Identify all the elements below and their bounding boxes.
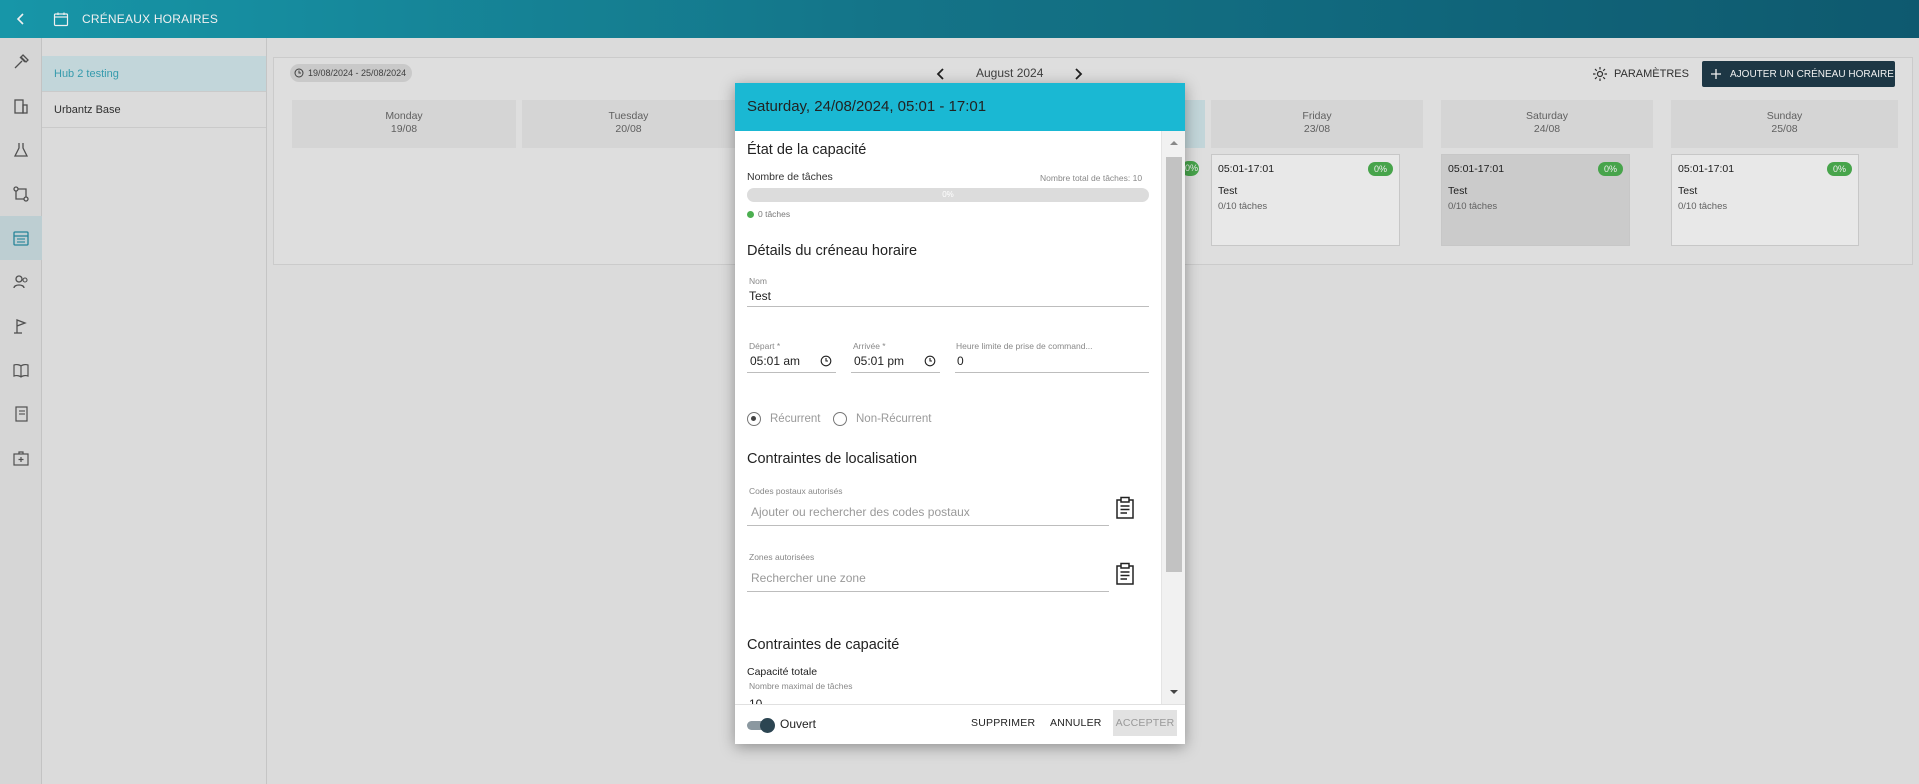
dialog-scrollbar[interactable] xyxy=(1161,131,1185,704)
zones-underline xyxy=(747,591,1109,592)
location-title: Contraintes de localisation xyxy=(747,451,918,467)
scroll-up-icon[interactable] xyxy=(1168,137,1180,149)
tasks-label: Nombre de tâches xyxy=(747,171,833,183)
scroll-down-icon[interactable] xyxy=(1168,686,1180,698)
recurrent-radio[interactable] xyxy=(747,412,761,426)
postal-label: Codes postaux autorisés xyxy=(749,486,843,496)
name-label: Nom xyxy=(749,276,767,286)
legend-dot xyxy=(747,211,754,218)
cutoff-label: Heure limite de prise de command... xyxy=(956,341,1093,351)
capacity-constraints-title: Contraintes de capacité xyxy=(747,637,900,653)
clipboard-icon[interactable] xyxy=(1114,562,1136,586)
total-capacity-label: Capacité totale xyxy=(747,666,818,678)
end-underline xyxy=(851,372,940,373)
scrollbar-thumb[interactable] xyxy=(1166,157,1182,572)
dialog-title: Saturday, 24/08/2024, 05:01 - 17:01 xyxy=(735,83,1185,131)
capacity-progress-bar: 0% xyxy=(747,188,1149,202)
dialog-body: État de la capacité Nombre de tâches Nom… xyxy=(735,131,1185,704)
max-tasks-label: Nombre maximal de tâches xyxy=(749,681,853,691)
name-underline xyxy=(747,306,1149,307)
accept-button[interactable]: ACCEPTER xyxy=(1113,710,1177,736)
clock-icon[interactable] xyxy=(924,355,936,367)
legend-text: 0 tâches xyxy=(758,209,791,219)
dialog-footer: Ouvert SUPPRIMER ANNULER ACCEPTER xyxy=(735,704,1185,744)
zones-label: Zones autorisées xyxy=(749,552,815,562)
recurrent-label: Récurrent xyxy=(770,413,821,425)
cutoff-underline xyxy=(955,372,1149,373)
delete-button[interactable]: SUPPRIMER xyxy=(971,717,1035,729)
end-time-input[interactable]: 05:01 pm xyxy=(854,354,904,368)
clock-icon[interactable] xyxy=(820,355,832,367)
nonrecurrent-radio[interactable] xyxy=(833,412,847,426)
open-toggle[interactable] xyxy=(747,718,775,733)
details-title: Détails du créneau horaire xyxy=(747,243,918,259)
clipboard-icon[interactable] xyxy=(1114,496,1136,520)
start-label: Départ * xyxy=(749,341,781,351)
postal-underline xyxy=(747,525,1109,526)
start-time-input[interactable]: 05:01 am xyxy=(750,354,800,368)
cutoff-input[interactable]: 0 xyxy=(957,354,964,368)
zones-input[interactable]: Rechercher une zone xyxy=(751,571,866,585)
total-tasks-label: Nombre total de tâches: 10 xyxy=(1040,173,1143,183)
cancel-button[interactable]: ANNULER xyxy=(1050,717,1102,729)
capacity-state-title: État de la capacité xyxy=(747,142,867,158)
end-label: Arrivée * xyxy=(853,341,886,351)
max-tasks-input[interactable]: 10 xyxy=(749,697,762,704)
postal-input[interactable]: Ajouter ou rechercher des codes postaux xyxy=(751,505,970,519)
open-label: Ouvert xyxy=(780,717,817,731)
timeslot-dialog: Saturday, 24/08/2024, 05:01 - 17:01 État… xyxy=(735,83,1185,744)
nonrecurrent-label: Non-Récurrent xyxy=(856,413,932,425)
start-underline xyxy=(747,372,836,373)
name-input[interactable]: Test xyxy=(749,289,771,303)
